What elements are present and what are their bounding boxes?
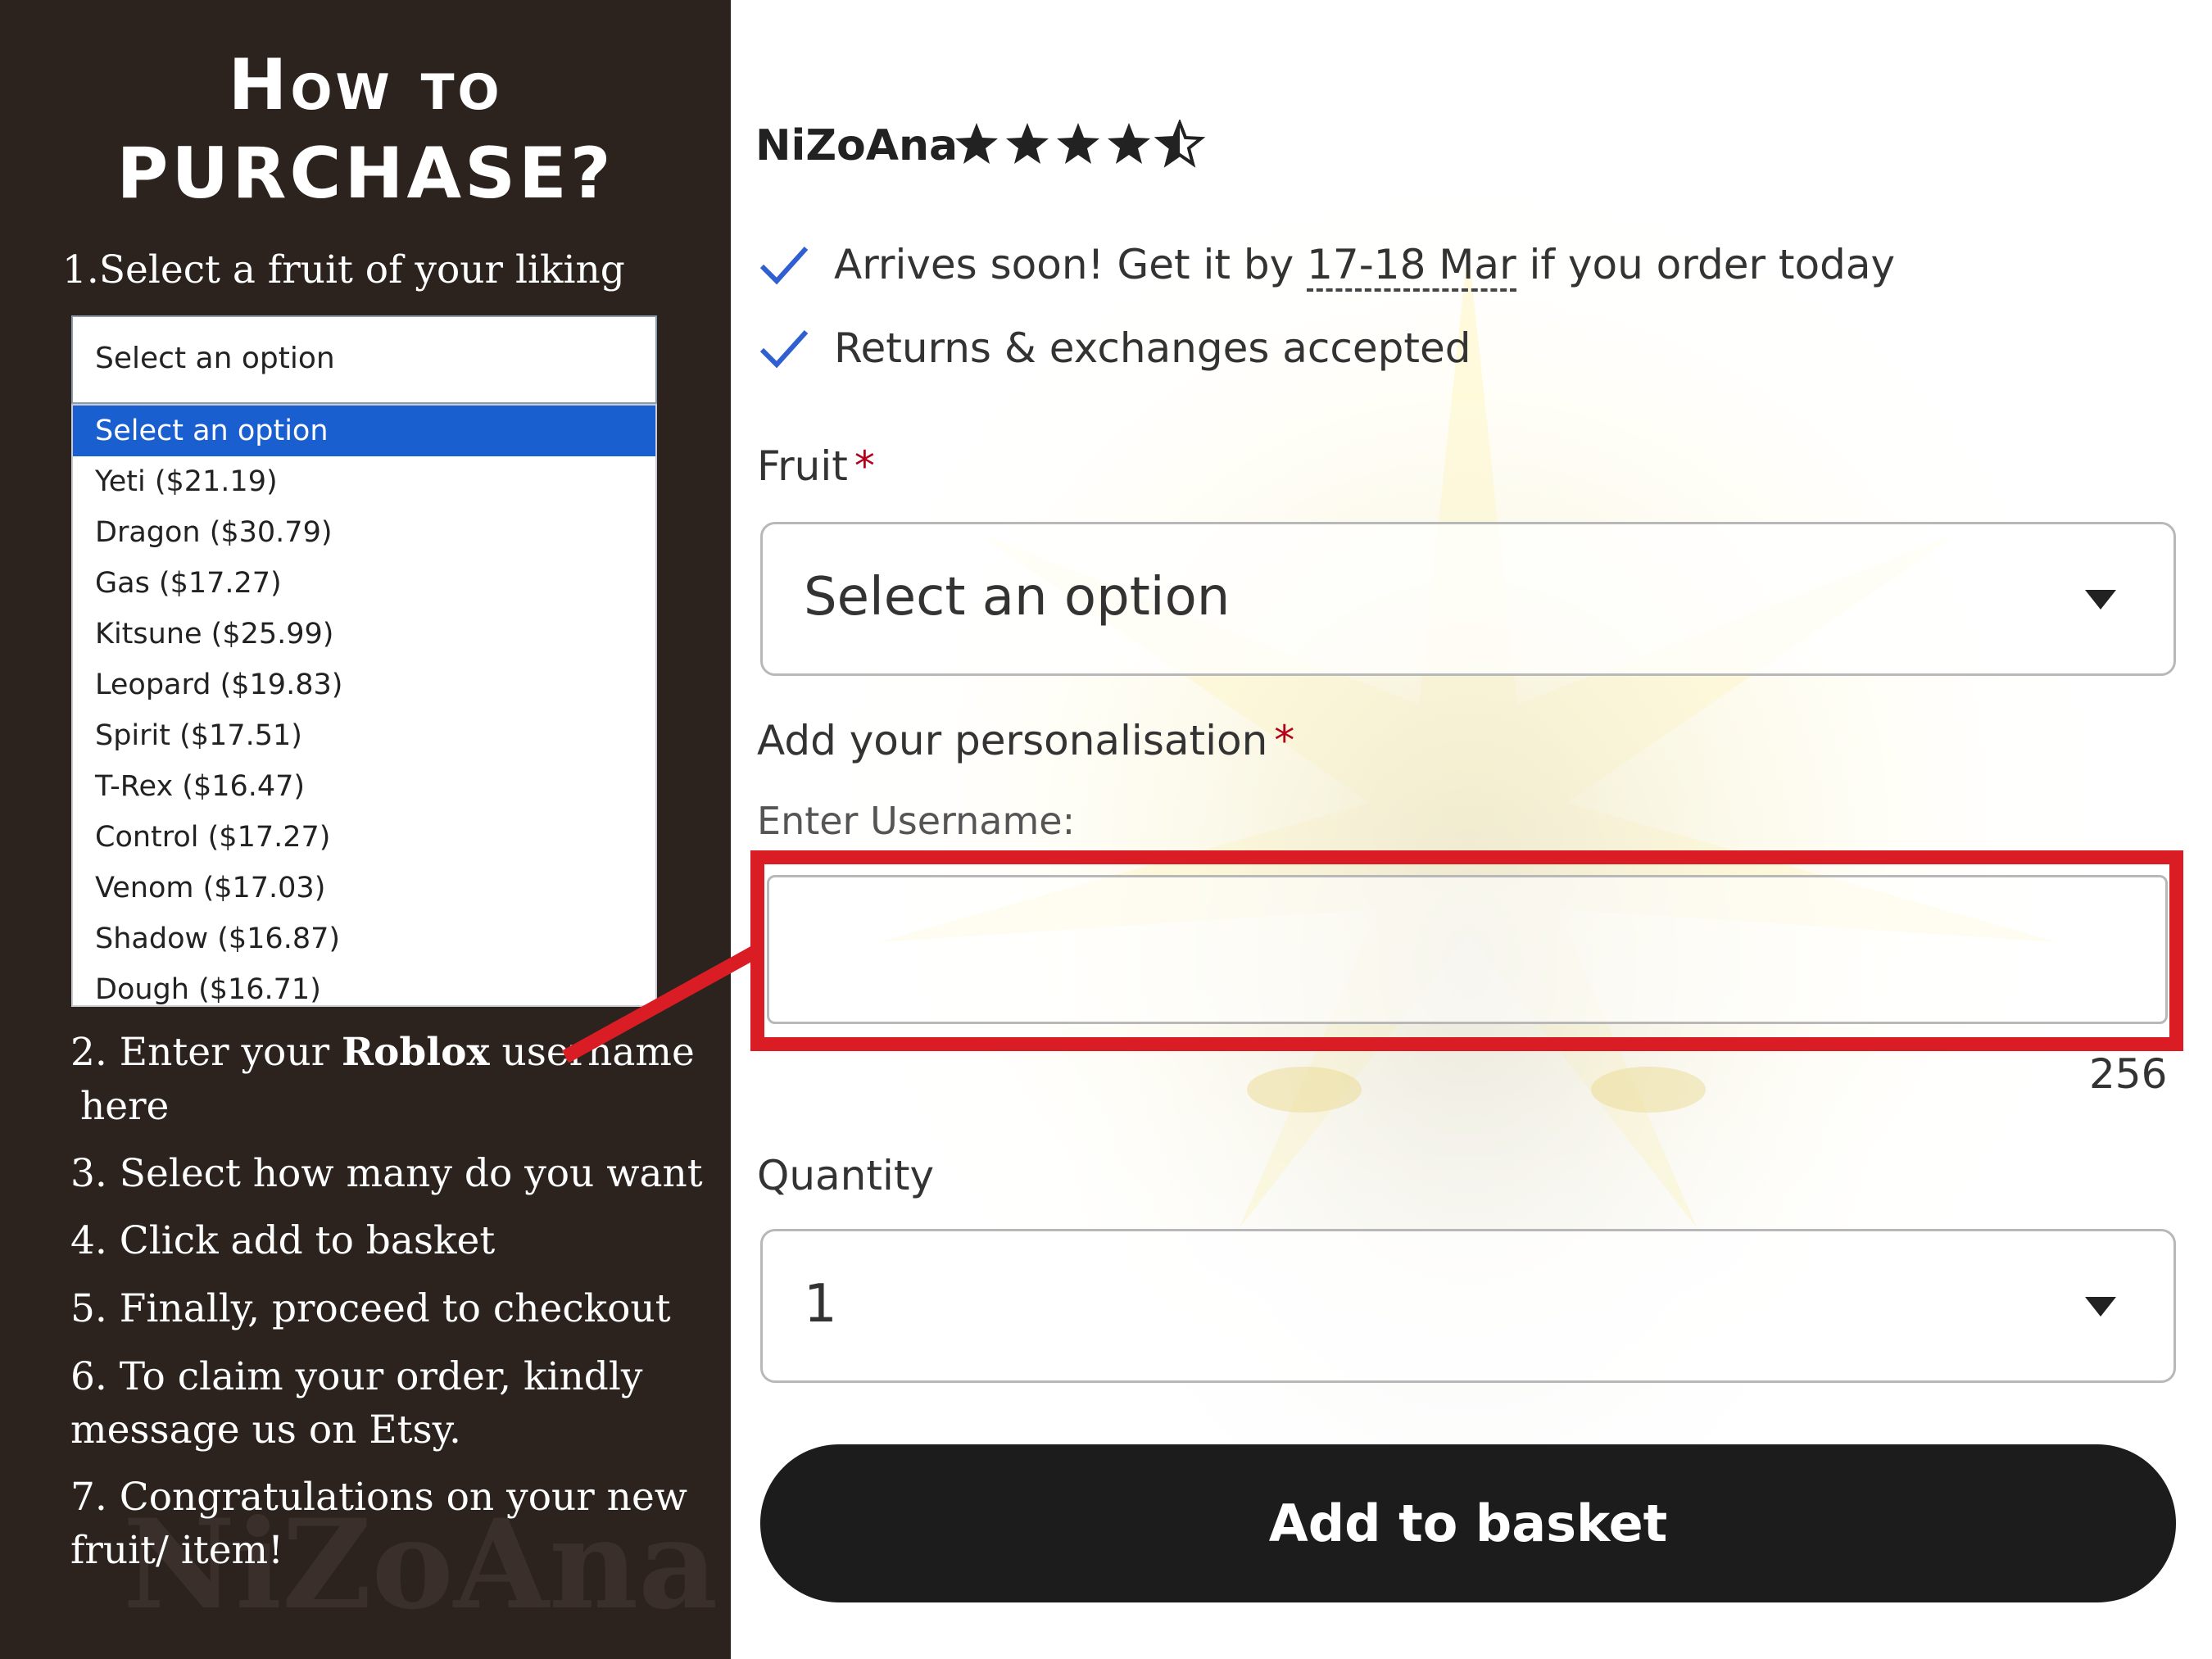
fruit-label: Fruit *: [757, 442, 875, 490]
star-icon: [955, 123, 998, 164]
delivery-prefix: Arrives soon! Get it by: [834, 241, 1308, 288]
required-mark: *: [854, 442, 875, 490]
star-icon: [1057, 123, 1099, 164]
demo-dropdown-list: Select an option Yeti ($21.19) Dragon ($…: [71, 404, 657, 1007]
instructions-title: How to PURCHASE?: [0, 41, 731, 218]
delivery-info: Arrives soon! Get it by 17-18 Mar if you…: [759, 241, 1896, 292]
dropdown-option[interactable]: Spirit ($17.51): [73, 710, 655, 761]
title-line-1: How to: [228, 44, 503, 126]
half-star-icon: [1154, 118, 1206, 168]
dropdown-option[interactable]: Venom ($17.03): [73, 863, 655, 913]
caret-down-icon: [2085, 590, 2116, 610]
step-1: 1.Select a fruit of your liking: [62, 247, 625, 292]
delivery-date[interactable]: 17-18 Mar: [1307, 241, 1516, 292]
personalisation-label: Add your personalisation *: [757, 717, 1294, 764]
caret-down-icon: [2085, 1297, 2116, 1317]
highlight-box: [750, 850, 2183, 1051]
dropdown-option[interactable]: Dough ($16.71): [73, 964, 655, 1015]
dropdown-option[interactable]: Yeti ($21.19): [73, 456, 655, 507]
dropdown-option[interactable]: Shadow ($16.87): [73, 913, 655, 964]
returns-info: Returns & exchanges accepted: [759, 324, 1471, 372]
dropdown-option[interactable]: T-Rex ($16.47): [73, 761, 655, 812]
fruit-select[interactable]: Select an option: [760, 522, 2176, 676]
returns-text: Returns & exchanges accepted: [834, 324, 1471, 372]
instructions-panel: NiZoAna How to PURCHASE? 1.Select a frui…: [0, 0, 731, 1659]
rating-stars: [952, 118, 1206, 172]
step-2-bold: Roblox: [342, 1030, 490, 1075]
fruit-label-text: Fruit: [757, 442, 848, 490]
add-to-basket-button[interactable]: Add to basket: [760, 1444, 2176, 1602]
fruit-select-value: Select an option: [804, 567, 1231, 628]
quantity-select[interactable]: 1: [760, 1229, 2176, 1383]
demo-fruit-select[interactable]: Select an option: [71, 315, 657, 404]
product-form-panel: NiZoAna Arrives soon! Get it by 17-18 Ma…: [731, 0, 2212, 1659]
step-4: 4. Click add to basket: [70, 1218, 496, 1263]
check-icon: [759, 246, 809, 285]
step-2-suffix: username: [489, 1030, 695, 1075]
delivery-suffix: if you order today: [1516, 241, 1896, 288]
delivery-text: Arrives soon! Get it by 17-18 Mar if you…: [834, 241, 1896, 292]
dropdown-option[interactable]: Dragon ($30.79): [73, 507, 655, 558]
star-icon: [1108, 123, 1150, 164]
step-2-prefix: 2. Enter your: [70, 1030, 342, 1075]
username-label: Enter Username:: [757, 799, 1076, 843]
demo-select-value: Select an option: [95, 342, 335, 375]
step-2: 2. Enter your Roblox username: [70, 1026, 695, 1080]
dropdown-option[interactable]: Leopard ($19.83): [73, 660, 655, 710]
step-5: 5. Finally, proceed to checkout: [70, 1286, 671, 1331]
step-3: 3. Select how many do you want: [70, 1151, 703, 1196]
dropdown-option[interactable]: Select an option: [73, 406, 655, 456]
step-7: 7. Congratulations on your new: [70, 1475, 687, 1520]
dropdown-option[interactable]: Gas ($17.27): [73, 558, 655, 609]
step-6: 6. To claim your order, kindly: [70, 1354, 643, 1399]
dropdown-option[interactable]: Kitsune ($25.99): [73, 609, 655, 660]
title-line-2: PURCHASE?: [116, 133, 614, 215]
character-count: 256: [2089, 1050, 2168, 1098]
check-icon: [759, 329, 809, 369]
required-mark: *: [1274, 717, 1295, 764]
step-6-line-2: message us on Etsy.: [70, 1407, 461, 1453]
step-7-line-2: fruit/ item!: [70, 1528, 284, 1573]
dropdown-option[interactable]: Control ($17.27): [73, 812, 655, 863]
quantity-label: Quantity: [757, 1152, 935, 1199]
shop-name[interactable]: NiZoAna: [755, 121, 958, 170]
step-2-line-2: here: [80, 1084, 170, 1129]
personalisation-label-text: Add your personalisation: [757, 717, 1268, 764]
star-icon: [1006, 123, 1049, 164]
quantity-select-value: 1: [804, 1274, 837, 1335]
